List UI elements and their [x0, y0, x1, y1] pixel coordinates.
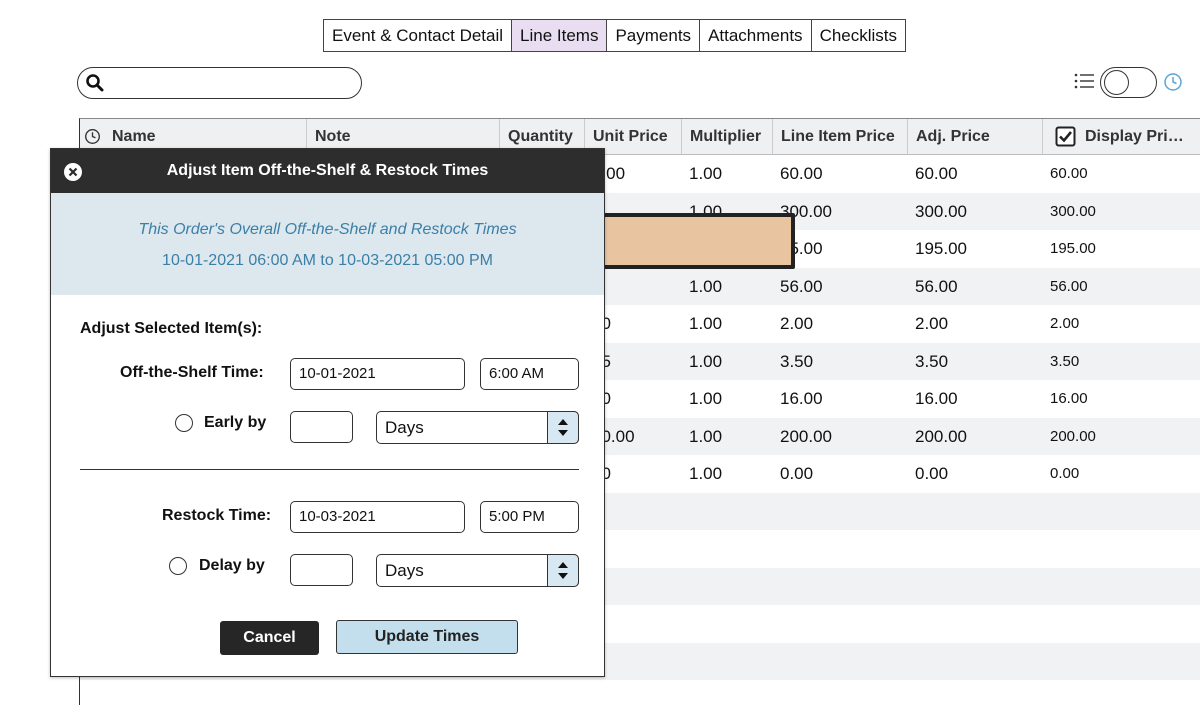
early-by-unit-value: Days — [385, 418, 424, 437]
section-label: Adjust Selected Item(s): — [80, 320, 263, 337]
cell-adj-price: 195.00 — [915, 239, 967, 258]
early-by-label: Early by — [204, 414, 267, 431]
off-shelf-date-field[interactable]: 10-01-2021 — [290, 358, 465, 390]
cell-adj-price: 200.00 — [915, 426, 967, 446]
select-arrows-icon — [547, 411, 579, 444]
overall-times-range: 10-01-2021 06:00 AM to 10-03-2021 05:00 … — [162, 252, 493, 269]
cell-line-price: 16.00 — [780, 389, 823, 408]
restock-time-field[interactable]: 5:00 PM — [480, 501, 579, 533]
cell-multiplier: 1.00 — [689, 351, 723, 371]
delay-by-unit-value: Days — [385, 561, 424, 580]
cell-display-price: 3.50 — [1050, 352, 1080, 370]
tab-payments[interactable]: Payments — [607, 20, 701, 51]
column-header-multiplier[interactable]: Multiplier — [681, 119, 772, 154]
cell-adj-price: 3.50 — [915, 351, 949, 371]
cell-display-price: 200.00 — [1050, 427, 1096, 445]
dialog-title: Adjust Item Off-the-Shelf & Restock Time… — [166, 162, 489, 179]
cell-multiplier: 1.00 — [689, 426, 723, 446]
cell-display-price: 195.00 — [1050, 240, 1096, 257]
cell-display-price: 300.00 — [1050, 202, 1096, 220]
search-box — [77, 67, 362, 99]
tab-event-contact-detail[interactable]: Event & Contact Detail — [324, 20, 513, 51]
cell-multiplier: 1.00 — [689, 314, 723, 333]
cancel-button[interactable]: Cancel — [220, 621, 319, 655]
section-divider — [80, 469, 579, 470]
column-header-display-price-label: Display Pri… — [1085, 128, 1184, 145]
search-icon — [86, 74, 104, 92]
column-header-display-price[interactable]: Display Pri… — [1042, 119, 1200, 154]
cell-multiplier: 1.00 — [689, 464, 723, 483]
off-shelf-time-label: Off-the-Shelf Time: — [120, 364, 264, 381]
cell-adj-price: 0.00 — [915, 464, 949, 483]
cell-multiplier: 1.00 — [689, 389, 723, 408]
cell-display-price: 16.00 — [1050, 390, 1088, 407]
cell-adj-price: 2.00 — [915, 314, 949, 333]
tab-line-items[interactable]: Line Items — [512, 20, 608, 51]
column-header-line-item-price[interactable]: Line Item Price — [772, 119, 907, 154]
tab-attachments[interactable]: Attachments — [700, 20, 812, 51]
off-shelf-time-field[interactable]: 6:00 AM — [480, 358, 579, 390]
dialog-header: Adjust Item Off-the-Shelf & Restock Time… — [51, 149, 604, 193]
clock-icon — [85, 129, 100, 144]
cell-line-price: 0.00 — [780, 464, 814, 483]
select-arrows-icon — [547, 554, 579, 587]
cell-adj-price: 60.00 — [915, 164, 958, 183]
cell-display-price: 60.00 — [1050, 165, 1088, 182]
early-by-amount-field[interactable] — [290, 411, 353, 443]
timeline-view-clock-icon[interactable] — [1163, 72, 1183, 92]
list-view-icon[interactable] — [1074, 72, 1096, 90]
early-by-unit-select[interactable]: Days — [376, 411, 579, 444]
restock-time-label: Restock Time: — [162, 507, 272, 524]
delay-by-amount-field[interactable] — [290, 554, 353, 586]
delay-by-unit-select[interactable]: Days — [376, 554, 579, 587]
cell-adj-price: 300.00 — [915, 201, 967, 221]
cell-line-price: 3.50 — [780, 351, 814, 371]
adjust-times-dialog: Adjust Item Off-the-Shelf & Restock Time… — [50, 148, 605, 677]
restock-date-field[interactable]: 10-03-2021 — [290, 501, 465, 533]
delay-by-radio[interactable] — [169, 557, 187, 575]
checkbox-checked-icon[interactable] — [1055, 126, 1076, 147]
cell-display-price: 0.00 — [1050, 465, 1080, 482]
view-toggle[interactable] — [1100, 67, 1157, 98]
toggle-knob — [1104, 70, 1129, 95]
column-header-name-label: Name — [112, 128, 156, 145]
cell-display-price: 2.00 — [1050, 315, 1080, 332]
cell-adj-price: 16.00 — [915, 389, 958, 408]
update-times-button[interactable]: Update Times — [336, 620, 518, 654]
cell-line-price: 2.00 — [780, 314, 814, 333]
tab-checklists[interactable]: Checklists — [812, 20, 905, 51]
overall-times-heading: This Order's Overall Off-the-Shelf and R… — [138, 221, 517, 238]
column-header-adj-price[interactable]: Adj. Price — [907, 119, 1042, 154]
cell-display-price: 56.00 — [1050, 277, 1088, 295]
cell-line-price: 200.00 — [780, 426, 832, 446]
overall-times-panel: This Order's Overall Off-the-Shelf and R… — [51, 193, 604, 295]
search-input[interactable] — [110, 71, 354, 97]
cell-adj-price: 56.00 — [915, 276, 958, 296]
early-by-radio[interactable] — [175, 414, 193, 432]
tab-bar: Event & Contact Detail Line Items Paymen… — [323, 19, 907, 52]
delay-by-label: Delay by — [199, 557, 265, 574]
